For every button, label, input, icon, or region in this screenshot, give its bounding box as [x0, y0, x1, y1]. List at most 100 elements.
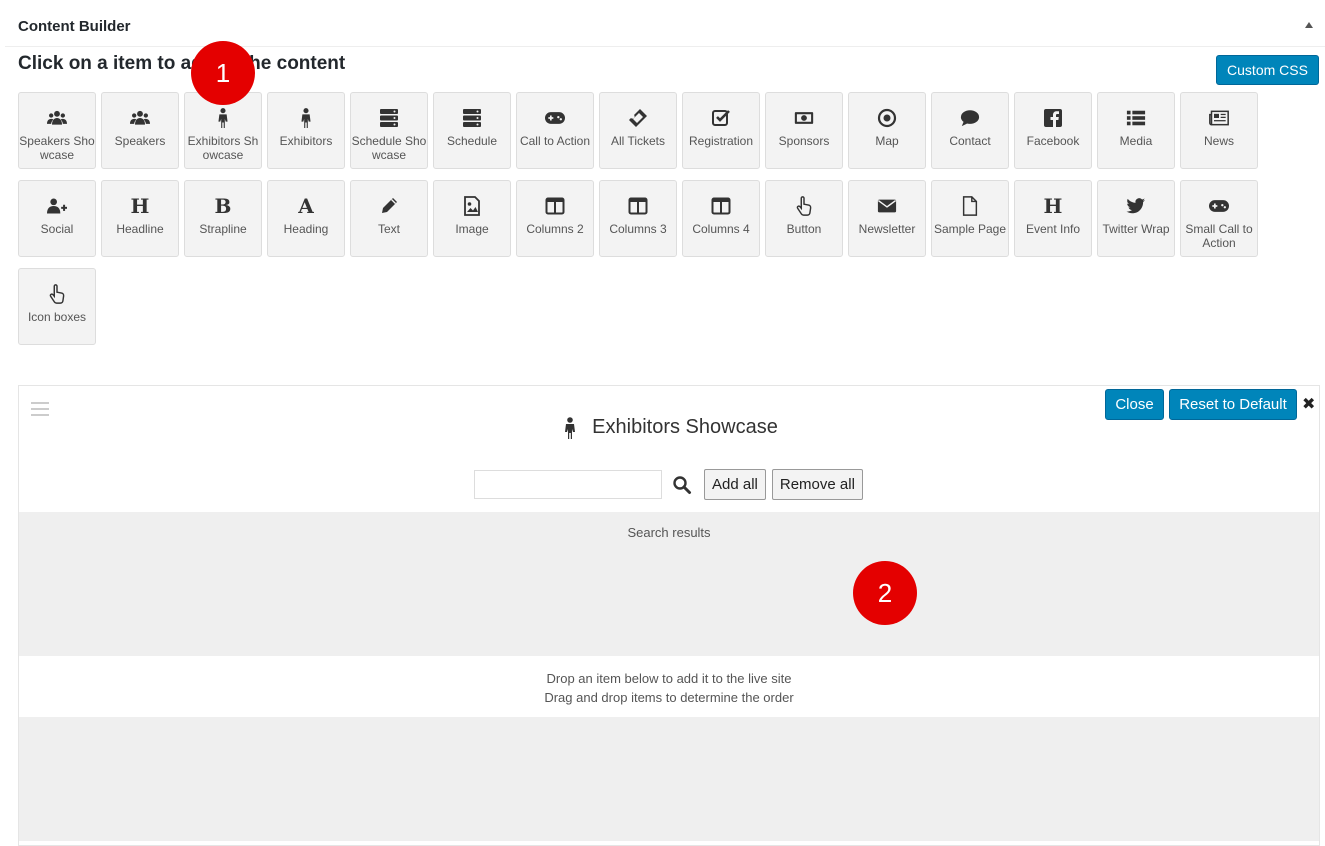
content-item-label: Call to Action [519, 134, 591, 148]
users-icon [46, 107, 68, 129]
content-item-label: Button [786, 222, 822, 236]
columns-icon [544, 195, 566, 217]
content-item-tile[interactable]: Columns 3 [599, 180, 677, 257]
content-item-label: Schedule Showcase [351, 134, 427, 162]
content-item-tile[interactable]: Contact [931, 92, 1009, 169]
b-icon: B [214, 194, 232, 218]
content-item-label: Registration [688, 134, 754, 148]
gamepad-icon [544, 107, 566, 129]
content-item-label: Columns 4 [692, 222, 750, 236]
add-all-button[interactable]: Add all [704, 469, 766, 500]
content-item-label: Small Call to Action [1185, 222, 1253, 250]
content-item-label: Icon boxes [27, 310, 87, 324]
server-icon [461, 107, 483, 129]
remove-section-icon[interactable]: ✖ [1302, 394, 1315, 414]
content-item-label: Headline [116, 222, 164, 236]
search-input[interactable] [474, 470, 662, 499]
male-icon [212, 107, 234, 129]
content-item-label: Columns 2 [526, 222, 584, 236]
content-item-tile[interactable]: H Event Info [1014, 180, 1092, 257]
content-item-tile[interactable]: Sponsors [765, 92, 843, 169]
content-item-label: Facebook [1026, 134, 1080, 148]
content-item-tile[interactable]: Sample Page [931, 180, 1009, 257]
gamepad-icon [1208, 195, 1230, 217]
content-item-tile[interactable]: Small Call to Action [1180, 180, 1258, 257]
panel-header: Content Builder [5, 0, 1325, 47]
content-item-label: Exhibitors Showcase [187, 134, 259, 162]
h-icon: H [130, 194, 150, 218]
content-item-tile[interactable]: Newsletter [848, 180, 926, 257]
drop-instruction-line: Drag and drop items to determine the ord… [544, 690, 794, 705]
section-editor: Close Reset to Default ✖ Exhibitors Show… [18, 385, 1320, 846]
pencil-icon [378, 195, 400, 217]
columns-icon [627, 195, 649, 217]
content-item-label: Text [377, 222, 400, 236]
facebook-icon [1042, 107, 1064, 129]
drop-instructions: Drop an item below to add it to the live… [19, 669, 1319, 707]
content-item-label: Sample Page [933, 222, 1007, 236]
panel-title: Content Builder [18, 18, 131, 35]
check-square-icon [710, 107, 732, 129]
newspaper-icon [1208, 107, 1230, 129]
content-item-label: Map [875, 134, 899, 148]
content-item-tile[interactable]: Twitter Wrap [1097, 180, 1175, 257]
search-icon[interactable] [672, 475, 692, 495]
search-results-label: Search results [627, 525, 711, 540]
content-item-tile[interactable]: Media [1097, 92, 1175, 169]
content-item-tile[interactable]: Speakers Showcase [18, 92, 96, 169]
envelope-icon [876, 195, 898, 217]
content-item-tile[interactable]: A Heading [267, 180, 345, 257]
content-item-tile[interactable]: Columns 2 [516, 180, 594, 257]
content-item-tile[interactable]: Call to Action [516, 92, 594, 169]
content-item-tile[interactable]: Text [350, 180, 428, 257]
content-item-tile[interactable]: Image [433, 180, 511, 257]
content-item-tile[interactable]: Registration [682, 92, 760, 169]
content-item-label: Image [455, 222, 489, 236]
content-item-tile[interactable]: B Strapline [184, 180, 262, 257]
content-item-tile[interactable]: All Tickets [599, 92, 677, 169]
content-item-tile[interactable]: H Headline [101, 180, 179, 257]
content-item-label: Speakers [114, 134, 166, 148]
content-item-tile[interactable]: Button [765, 180, 843, 257]
file-icon [959, 195, 981, 217]
instruction-text: Click on a item to add to the content [18, 53, 346, 74]
male-icon [295, 107, 317, 129]
collapse-arrow-icon[interactable] [1305, 22, 1313, 28]
drop-zone[interactable] [19, 717, 1319, 841]
content-item-tile[interactable]: Social [18, 180, 96, 257]
remove-all-button[interactable]: Remove all [771, 469, 863, 500]
money-icon [793, 107, 815, 129]
section-title-text: Exhibitors Showcase [592, 416, 778, 438]
content-item-label: Heading [283, 222, 329, 236]
content-item-label: Sponsors [778, 134, 830, 148]
content-item-label: Exhibitors [279, 134, 333, 148]
content-item-tile[interactable]: Speakers [101, 92, 179, 169]
content-item-label: Twitter Wrap [1102, 222, 1170, 236]
server-icon [378, 107, 400, 129]
user-plus-icon [46, 195, 68, 217]
image-icon [461, 195, 483, 217]
content-item-label: Strapline [199, 222, 247, 236]
content-item-tile[interactable]: Map [848, 92, 926, 169]
content-item-label: Social [40, 222, 74, 236]
content-item-label: News [1203, 134, 1234, 148]
comment-icon [959, 107, 981, 129]
content-item-tile[interactable]: Schedule [433, 92, 511, 169]
content-item-label: Speakers Showcase [19, 134, 95, 162]
content-item-tile[interactable]: Schedule Showcase [350, 92, 428, 169]
step-badge-1: 1 [191, 41, 255, 105]
content-item-tile[interactable]: News [1180, 92, 1258, 169]
users-icon [129, 107, 151, 129]
male-icon [565, 416, 576, 439]
hand-pointer-icon [46, 283, 68, 305]
content-item-tile[interactable]: Exhibitors [267, 92, 345, 169]
ticket-icon [627, 107, 649, 129]
content-item-label: Contact [949, 134, 991, 148]
twitter-icon [1125, 195, 1147, 217]
content-item-tile[interactable]: Columns 4 [682, 180, 760, 257]
search-results-area[interactable]: Search results [19, 512, 1319, 656]
step-badge-2: 2 [853, 561, 917, 625]
content-item-tile[interactable]: Icon boxes [18, 268, 96, 345]
content-item-tile[interactable]: Facebook [1014, 92, 1092, 169]
custom-css-button[interactable]: Custom CSS [1216, 55, 1319, 85]
